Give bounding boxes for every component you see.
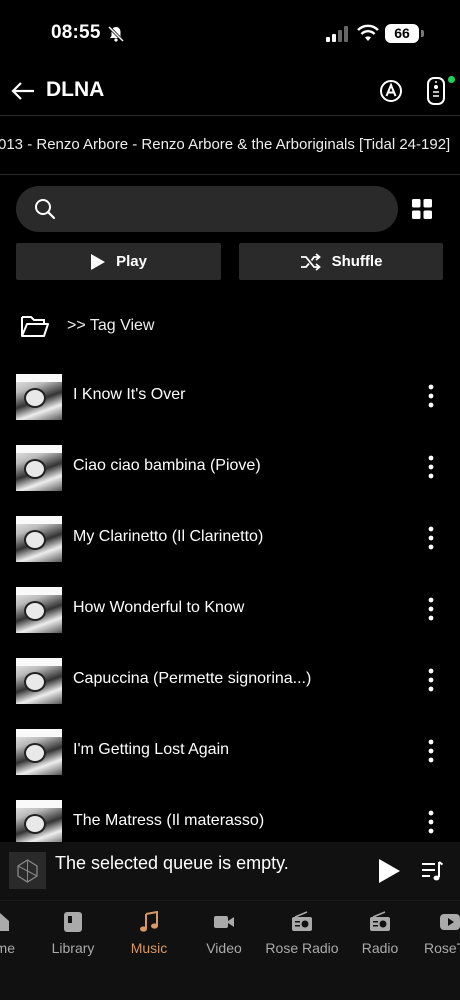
- tag-view-label: >> Tag View: [67, 317, 155, 334]
- battery-tip: [421, 30, 424, 37]
- more-options-icon[interactable]: [427, 739, 435, 763]
- folder-path: 013 - Renzo Arbore - Renzo Arbore & the …: [0, 136, 451, 153]
- track-title: The Matress (Il materasso): [73, 812, 265, 829]
- play-button-label: Play: [116, 253, 147, 270]
- play-button[interactable]: Play: [16, 243, 221, 280]
- track-title: I Know It's Over: [73, 386, 186, 403]
- nav-item-home[interactable]: me: [0, 901, 30, 961]
- cell-signal-icon: [326, 26, 348, 42]
- mini-player[interactable]: The selected queue is empty.: [0, 842, 460, 900]
- shuffle-button[interactable]: Shuffle: [239, 243, 443, 280]
- rose-radio-icon: [292, 911, 312, 931]
- radio-icon: [370, 911, 390, 931]
- nav-label: Music: [130, 940, 168, 956]
- nav-item-library[interactable]: Library: [43, 901, 103, 961]
- track-row[interactable]: I'm Getting Lost Again: [0, 729, 460, 800]
- track-row[interactable]: Ciao ciao bambina (Piove): [0, 445, 460, 516]
- shuffle-icon: [300, 252, 321, 271]
- nav-item-music[interactable]: Music: [119, 901, 179, 961]
- folder-path-bar: 013 - Renzo Arbore - Renzo Arbore & the …: [0, 117, 460, 175]
- track-title: How Wonderful to Know: [73, 599, 245, 616]
- more-options-icon[interactable]: [427, 384, 435, 408]
- auto-connect-icon[interactable]: [378, 78, 404, 104]
- nav-label: RoseT: [424, 940, 460, 956]
- nav-item-radio[interactable]: Radio: [350, 901, 410, 961]
- status-bar: 08:55 66: [0, 0, 460, 66]
- wifi-icon: [357, 24, 379, 41]
- track-title: I'm Getting Lost Again: [73, 741, 230, 758]
- bottom-nav: me Library Music Video Rose Radio Radio …: [0, 900, 460, 1000]
- nav-item-rose-radio[interactable]: Rose Radio: [262, 901, 342, 961]
- album-art-thumbnail: [16, 445, 62, 491]
- album-art-thumbnail: [16, 587, 62, 633]
- track-row[interactable]: My Clarinetto (Il Clarinetto): [0, 516, 460, 587]
- battery-indicator: 66: [385, 24, 419, 43]
- remote-control-icon[interactable]: [425, 76, 447, 106]
- library-icon: [64, 912, 82, 932]
- queue-status-text: The selected queue is empty.: [55, 853, 289, 873]
- more-options-icon[interactable]: [427, 668, 435, 692]
- page-title: DLNA: [46, 78, 105, 101]
- album-art-thumbnail: [16, 729, 62, 775]
- video-icon: [214, 916, 234, 928]
- album-art-thumbnail: [16, 516, 62, 562]
- nav-label: Video: [206, 940, 242, 956]
- rosetube-icon: [440, 914, 460, 930]
- track-row[interactable]: How Wonderful to Know: [0, 587, 460, 658]
- track-title: Capuccina (Permette signorina...): [73, 670, 312, 687]
- nav-label: Rose Radio: [265, 940, 339, 956]
- track-row[interactable]: I Know It's Over: [0, 374, 460, 445]
- folder-icon: [21, 316, 49, 337]
- search-icon: [35, 199, 56, 220]
- search-input[interactable]: [16, 186, 398, 232]
- queue-list-icon[interactable]: [421, 860, 443, 882]
- rose-logo-icon: [9, 852, 46, 889]
- track-title: My Clarinetto (Il Clarinetto): [73, 528, 264, 545]
- nav-label: Library: [51, 940, 95, 956]
- more-options-icon[interactable]: [427, 526, 435, 550]
- shuffle-button-label: Shuffle: [331, 253, 383, 270]
- more-options-icon[interactable]: [427, 455, 435, 479]
- track-title: Ciao ciao bambina (Piove): [73, 457, 261, 474]
- status-time: 08:55: [51, 22, 101, 43]
- album-art-thumbnail: [16, 658, 62, 704]
- tag-view-link[interactable]: >> Tag View: [20, 310, 154, 342]
- album-art-thumbnail: [16, 800, 62, 846]
- online-status-dot: [448, 76, 455, 83]
- more-options-icon[interactable]: [427, 597, 435, 621]
- grid-view-icon[interactable]: [412, 199, 432, 219]
- header: DLNA: [0, 66, 460, 116]
- nav-item-rosetube[interactable]: RoseT: [420, 901, 460, 961]
- bell-off-icon: [107, 25, 125, 43]
- track-row[interactable]: Capuccina (Permette signorina...): [0, 658, 460, 729]
- nav-label: Radio: [361, 940, 399, 956]
- back-arrow-icon[interactable]: [10, 78, 36, 104]
- nav-item-video[interactable]: Video: [194, 901, 254, 961]
- mini-play-icon[interactable]: [377, 858, 401, 884]
- album-art-thumbnail: [16, 374, 62, 420]
- play-icon: [91, 253, 106, 270]
- more-options-icon[interactable]: [427, 810, 435, 834]
- music-note-icon: [140, 911, 158, 932]
- nav-label: me: [0, 940, 15, 956]
- home-icon: [0, 913, 9, 931]
